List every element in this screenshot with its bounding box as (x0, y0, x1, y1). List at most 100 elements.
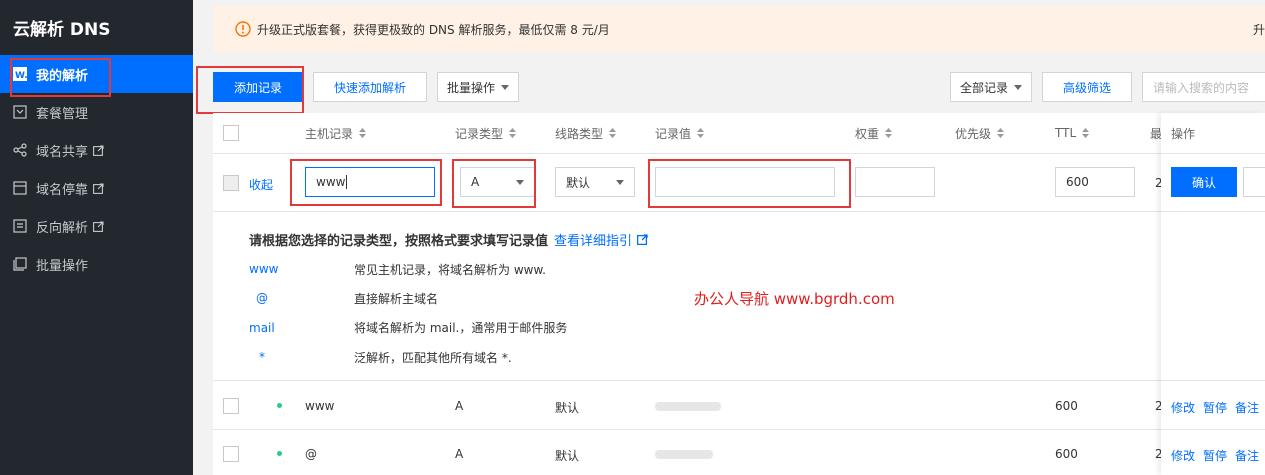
w-icon: W. (13, 67, 27, 81)
chevron-down-icon (616, 180, 624, 185)
line-type-select[interactable]: 默认 (555, 167, 635, 197)
status-dot (277, 451, 282, 456)
share-icon (13, 143, 27, 157)
select-all-checkbox[interactable] (223, 125, 239, 141)
col-line[interactable]: 线路类型 (555, 113, 617, 153)
guide-desc: 直接解析主域名 (354, 292, 439, 306)
upgrade-notice: 升级正式版套餐，获得更极致的 DNS 解析服务，最低仅需 8 元/月 升 (213, 6, 1265, 52)
weight-input[interactable] (855, 167, 935, 197)
guide-desc: 泛解析，匹配其他所有域名 *. (354, 351, 512, 365)
parking-icon (13, 181, 27, 195)
add-record-button[interactable]: 添加记录 (213, 72, 303, 102)
advanced-filter-button[interactable]: 高级筛选 (1042, 72, 1132, 102)
guide-key: www (249, 262, 279, 276)
notice-upgrade-link[interactable]: 升 (1253, 21, 1265, 38)
host-cell: www (305, 399, 335, 413)
guide-detail-link[interactable]: 查看详细指引 (554, 230, 632, 249)
record-filter-dropdown[interactable]: 全部记录 (950, 72, 1032, 102)
record-value-input[interactable] (655, 167, 835, 197)
note-link[interactable]: 备注 (1235, 447, 1259, 464)
guide-key: mail (249, 321, 275, 335)
batch-ops-dropdown[interactable]: 批量操作 (437, 72, 519, 102)
col-ttl[interactable]: TTL (1055, 113, 1090, 153)
divider (1161, 380, 1265, 381)
chevron-down-icon (501, 84, 509, 90)
confirm-button[interactable]: 确认 (1171, 167, 1237, 197)
collapse-link[interactable]: 收起 (249, 176, 273, 193)
pause-link[interactable]: 暂停 (1203, 447, 1227, 464)
guide-title: 请根据您选择的记录类型，按照格式要求填写记录值 查看详细指引 (249, 230, 648, 249)
redacted-value (655, 450, 713, 459)
record-type-value: A (471, 175, 480, 189)
col-ops: 操作 (1171, 126, 1196, 141)
col-type[interactable]: 记录类型 (455, 113, 517, 153)
sidebar-item-batch[interactable]: 批量操作 (0, 245, 193, 283)
col-type-label: 记录类型 (455, 126, 504, 141)
guide-key: @ (256, 291, 268, 305)
chevron-down-icon (516, 180, 524, 185)
search-input[interactable]: 请输入搜索的内容 (1142, 72, 1265, 102)
sidebar-item-package[interactable]: 套餐管理 (0, 93, 193, 131)
sidebar-title: 云解析 DNS (13, 20, 111, 40)
host-input[interactable]: www (305, 167, 435, 197)
external-link-icon (637, 234, 648, 245)
quick-add-button[interactable]: 快速添加解析 (313, 72, 427, 102)
divider (1161, 153, 1265, 154)
record-type-select[interactable]: A (460, 167, 535, 197)
ttl-cell: 600 (1055, 447, 1078, 461)
col-priority-label: 优先级 (955, 126, 992, 141)
col-priority[interactable]: 优先级 (955, 113, 1005, 153)
sidebar-item-parking[interactable]: 域名停靠 (0, 169, 193, 207)
sidebar-item-my-dns[interactable]: W. 我的解析 (0, 55, 193, 93)
col-weight-label: 权重 (855, 126, 880, 141)
record-filter-label: 全部记录 (959, 80, 1008, 95)
sidebar-item-share[interactable]: 域名共享 (0, 131, 193, 169)
sidebar: 云解析 DNS W. 我的解析 套餐管理 域名共享 域名停靠 反向解析 批量操作 (0, 0, 193, 475)
warning-icon (235, 21, 251, 37)
col-ttl-label: TTL (1055, 126, 1077, 140)
notice-text: 升级正式版套餐，获得更极致的 DNS 解析服务，最低仅需 8 元/月 (257, 22, 610, 37)
guide-key: * (259, 350, 265, 364)
col-line-label: 线路类型 (555, 126, 604, 141)
divider (213, 429, 1265, 430)
edit-link[interactable]: 修改 (1171, 447, 1195, 464)
reverse-icon (13, 219, 27, 233)
pause-link[interactable]: 暂停 (1203, 399, 1227, 416)
sidebar-item-label: 域名共享 (36, 144, 89, 160)
row-checkbox[interactable] (223, 398, 239, 414)
operations-column: 操作 确认 修改 暂停 备注 修改 暂停 备注 (1161, 113, 1265, 475)
sort-icon (1082, 128, 1090, 138)
col-value[interactable]: 记录值 (655, 113, 705, 153)
sidebar-item-label: 我的解析 (36, 68, 89, 84)
divider (213, 211, 1265, 212)
batch-icon (13, 257, 27, 271)
sidebar-item-label: 反向解析 (36, 220, 89, 236)
cancel-button[interactable] (1243, 167, 1265, 197)
record-table: 主机记录 记录类型 线路类型 记录值 权重 优先级 TTL 最 收起 www A… (213, 113, 1265, 475)
divider (1161, 211, 1265, 212)
sidebar-item-label: 批量操作 (36, 258, 89, 274)
host-cell: @ (305, 447, 317, 461)
sidebar-item-reverse[interactable]: 反向解析 (0, 207, 193, 245)
external-link-icon (93, 220, 104, 232)
guide-desc: 常见主机记录，将域名解析为 www. (354, 263, 546, 277)
row-checkbox[interactable] (223, 446, 239, 462)
external-link-icon (93, 182, 104, 194)
edit-link[interactable]: 修改 (1171, 399, 1195, 416)
col-weight[interactable]: 权重 (855, 113, 893, 153)
redacted-value (655, 402, 721, 411)
sort-icon (885, 128, 893, 138)
chevron-down-icon (1014, 84, 1022, 90)
note-link[interactable]: 备注 (1235, 399, 1259, 416)
external-link-icon (93, 144, 104, 156)
ttl-input[interactable]: 600 (1055, 167, 1135, 197)
sort-icon (997, 128, 1005, 138)
row-checkbox (223, 175, 239, 191)
sidebar-item-label: 套餐管理 (36, 106, 89, 122)
sort-icon (509, 128, 517, 138)
line-cell: 默认 (555, 449, 580, 463)
col-host[interactable]: 主机记录 (305, 113, 367, 153)
svg-text:W.: W. (15, 71, 27, 81)
col-host-label: 主机记录 (305, 126, 354, 141)
guide-desc: 将域名解析为 mail.，通常用于邮件服务 (354, 321, 568, 335)
